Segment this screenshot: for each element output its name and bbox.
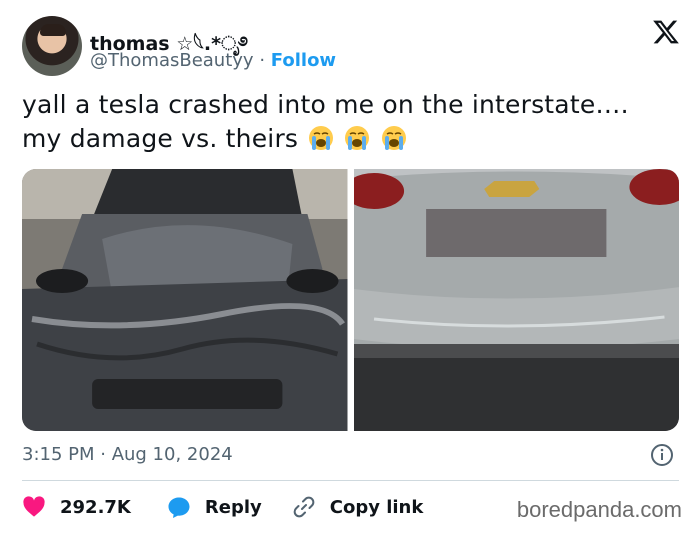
reply-button[interactable]: Reply	[167, 495, 262, 519]
tweet-text-line-2-wrap: my damage vs. theirs	[22, 122, 682, 156]
x-logo-icon[interactable]	[652, 18, 680, 46]
handle[interactable]: @ThomasBeautyy	[90, 50, 254, 71]
handle-line: @ThomasBeautyy · Follow	[90, 50, 336, 71]
tweet-text: yall a tesla crashed into me on the inte…	[22, 88, 682, 156]
tweet-timestamp[interactable]: 3:15 PM · Aug 10, 2024	[22, 444, 233, 465]
reply-icon	[168, 497, 190, 518]
loudly-crying-face-icon	[345, 126, 370, 150]
follow-button[interactable]: Follow	[271, 50, 336, 71]
tweet-text-line-1: yall a tesla crashed into me on the inte…	[22, 90, 629, 119]
tweet-header: thomas ☆𓆩.*ೃ࿔ @ThomasBeautyy · Follow	[22, 16, 682, 78]
info-icon[interactable]	[650, 443, 674, 467]
reply-label: Reply	[204, 496, 262, 518]
heart-icon	[23, 496, 45, 517]
copy-link-label: Copy link	[329, 496, 424, 518]
link-icon	[293, 496, 315, 518]
loudly-crying-face-icon	[381, 126, 406, 150]
loudly-crying-face-icon	[309, 126, 334, 150]
like-button[interactable]: 292.7K	[22, 495, 131, 519]
tweet-text-line-2: my damage vs. theirs	[22, 124, 299, 153]
divider	[22, 480, 679, 481]
separator: ·	[259, 50, 266, 71]
tweet-actions: 292.7K Reply Copy link	[22, 494, 423, 520]
chevrolet-damage-photo[interactable]	[353, 169, 679, 431]
tweet-media	[22, 169, 679, 431]
copy-link-button[interactable]: Copy link	[292, 495, 424, 519]
tesla-damage-photo[interactable]	[22, 169, 348, 431]
like-count: 292.7K	[60, 496, 131, 518]
avatar[interactable]	[22, 16, 82, 76]
watermark: boredpanda.com	[516, 497, 682, 522]
